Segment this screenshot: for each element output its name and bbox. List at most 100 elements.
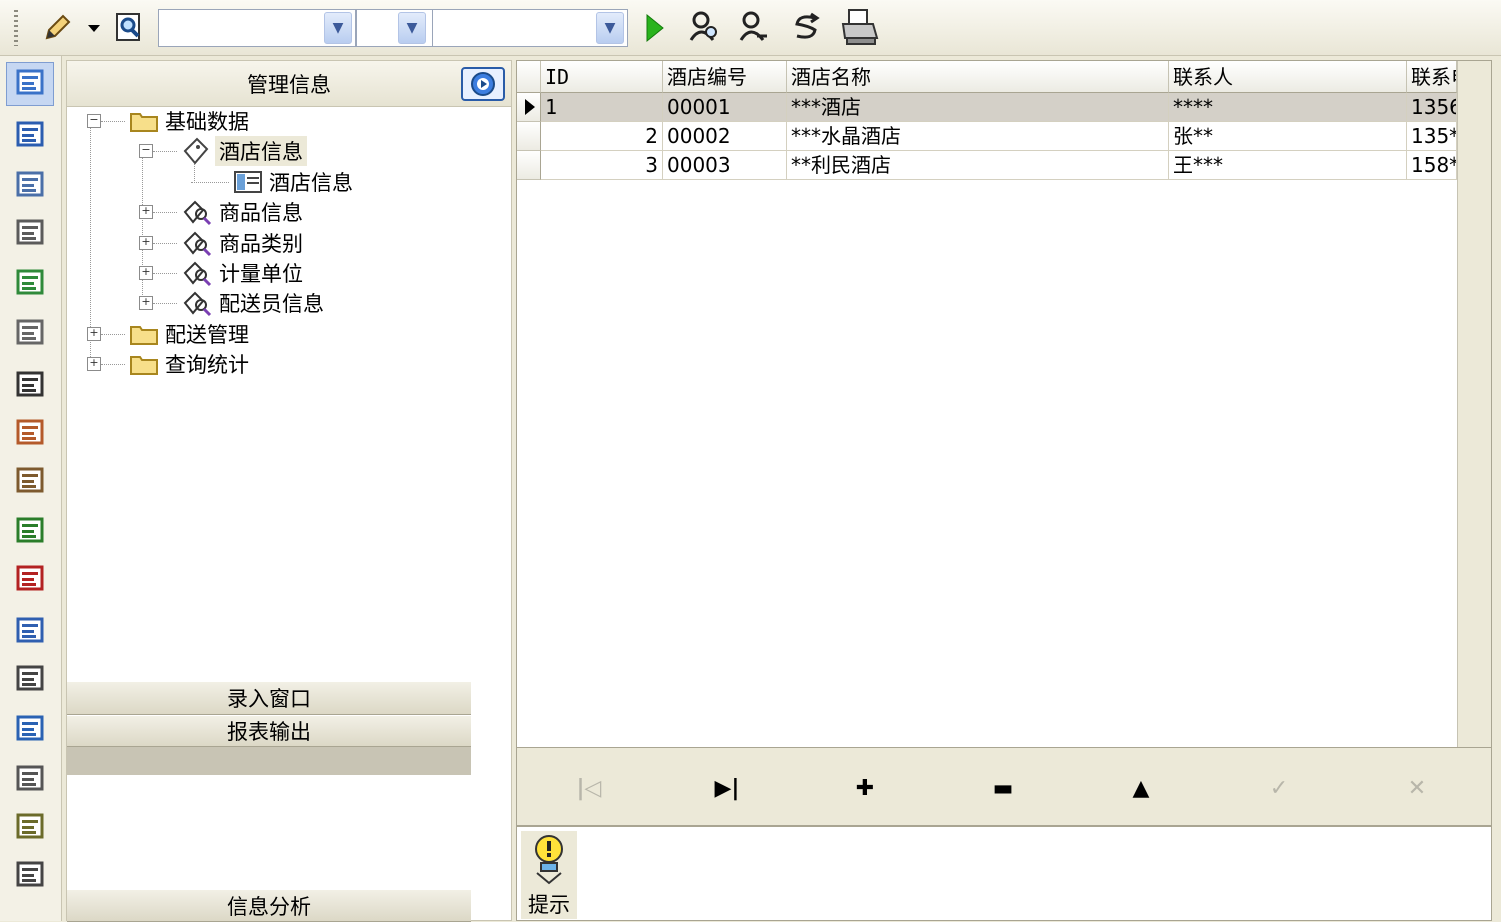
grid-cell-name[interactable]: **利民酒店 (787, 151, 1169, 180)
diamond-table-icon[interactable] (12, 366, 48, 402)
export-icon[interactable] (12, 710, 48, 746)
last-record-icon[interactable]: ▶| (697, 768, 757, 808)
section-entry-window[interactable]: 录入窗口 (67, 681, 471, 715)
edit-record-icon[interactable]: ▲ (1111, 768, 1171, 808)
grid-cell-name[interactable]: ***酒店 (787, 93, 1169, 122)
expand-icon[interactable]: + (139, 236, 153, 250)
grid-cell-phone[interactable]: 1356354 (1407, 93, 1457, 122)
collapse-icon[interactable]: − (87, 114, 101, 128)
refresh-icon[interactable] (786, 8, 826, 46)
data-grid-panel: ID酒店编号酒店名称联系人联系电话 100001***酒店****1356354 2… (516, 60, 1492, 826)
grid-cell-contact[interactable]: **** (1169, 93, 1407, 122)
hint-button[interactable]: 提示 (521, 831, 577, 919)
expand-icon[interactable]: + (87, 357, 101, 371)
tree-node[interactable]: 酒店信息 (191, 168, 355, 196)
run-query-icon[interactable] (640, 10, 670, 46)
grid-cell-code[interactable]: 00003 (663, 151, 787, 180)
tree-node-label: 配送员信息 (219, 292, 324, 316)
column-header[interactable]: ID (541, 61, 663, 93)
first-record-icon[interactable]: |◁ (559, 768, 619, 808)
filter-value-dropdown[interactable]: ▼ (596, 12, 624, 44)
list-icon[interactable] (12, 856, 48, 892)
tree-node-label: 商品类别 (219, 232, 303, 256)
window-icon[interactable] (12, 64, 48, 100)
data-grid[interactable]: ID酒店编号酒店名称联系人联系电话 100001***酒店****1356354 2… (517, 61, 1491, 747)
row-pointer-icon (525, 99, 535, 115)
search-doc-icon[interactable] (110, 8, 148, 46)
operator-dropdown[interactable]: ▼ (398, 12, 426, 44)
grid-icon[interactable] (12, 414, 48, 450)
users-icon[interactable] (12, 512, 48, 548)
cancel-record-icon[interactable]: ✕ (1387, 768, 1447, 808)
grid-cell-phone[interactable]: 158**** (1407, 151, 1457, 180)
delete-record-icon[interactable]: ▬ (973, 768, 1033, 808)
tree-node-label: 基础数据 (165, 110, 249, 134)
row-selector[interactable] (517, 122, 541, 151)
tree-node[interactable]: + 计量单位 (139, 259, 305, 287)
column-header[interactable]: 酒店名称 (787, 61, 1169, 93)
tree-node[interactable]: + 配送员信息 (139, 289, 326, 317)
folder-icon (129, 352, 159, 376)
find-user-icon[interactable] (684, 8, 724, 46)
tree-node[interactable]: − 基础数据 (87, 107, 251, 135)
toolbar-grip[interactable] (14, 10, 18, 46)
section-info-analysis[interactable]: 信息分析 (67, 889, 471, 922)
expand-icon[interactable]: + (139, 266, 153, 280)
grid-cell-contact[interactable]: 张** (1169, 122, 1407, 151)
print-icon[interactable] (836, 6, 882, 48)
find-person-icon[interactable] (734, 8, 774, 46)
link-icon[interactable] (12, 560, 48, 596)
tools-icon[interactable] (12, 808, 48, 844)
post-record-icon[interactable]: ✓ (1249, 768, 1309, 808)
tree-node[interactable]: + 商品信息 (139, 198, 305, 226)
grid-cell-contact[interactable]: 王*** (1169, 151, 1407, 180)
doc-settings-icon[interactable] (12, 660, 48, 696)
row-selector[interactable] (517, 151, 541, 180)
column-header[interactable]: 联系电话 (1407, 61, 1457, 93)
org-chart-icon[interactable] (12, 116, 48, 152)
nav-collapse-button[interactable] (461, 67, 505, 101)
grid-cell-phone[interactable]: 135**** (1407, 122, 1457, 151)
expand-icon[interactable]: + (87, 327, 101, 341)
filter-field-dropdown[interactable]: ▼ (324, 12, 352, 44)
form-icon[interactable] (12, 166, 48, 202)
grid-vertical-scrollbar[interactable] (1457, 61, 1491, 747)
tree-node[interactable]: + 查询统计 (87, 350, 251, 378)
tree-node-label: 酒店信息 (215, 136, 307, 166)
edit-pencil-icon[interactable] (38, 10, 76, 46)
grid-cell-id[interactable]: 2 (541, 122, 663, 151)
document-icon[interactable] (12, 214, 48, 250)
grid-cell-name[interactable]: ***水晶酒店 (787, 122, 1169, 151)
grid-cell-id[interactable]: 1 (541, 93, 663, 122)
dropdown-arrow-icon[interactable] (84, 18, 104, 38)
grid-cell-code[interactable]: 00001 (663, 93, 787, 122)
collapse-icon[interactable]: − (139, 144, 153, 158)
grid-header-corner (517, 61, 541, 93)
column-header[interactable]: 酒店编号 (663, 61, 787, 93)
tree-node[interactable]: + 配送管理 (87, 320, 251, 348)
mail-grid-icon[interactable] (12, 314, 48, 350)
edit-form-icon[interactable] (12, 462, 48, 498)
grid-cell-id[interactable]: 3 (541, 151, 663, 180)
tree-node-label: 酒店信息 (269, 171, 353, 195)
section-report-output[interactable]: 报表输出 (67, 715, 471, 747)
tree-node-label: 配送管理 (165, 323, 249, 347)
current-row-indicator[interactable] (517, 93, 541, 122)
grid-cell-code[interactable]: 00002 (663, 122, 787, 151)
chart-icon[interactable] (12, 264, 48, 300)
navigation-panel: 管理信息 − 基础数据 − 酒店信息 酒店信息 + 商品信息 + 商品类别 + 计量单位 + 配送员信息… (66, 60, 512, 922)
nav-panel-header: 管理信息 (67, 61, 511, 107)
chevron-down-icon: ▼ (332, 20, 344, 36)
report-icon[interactable] (12, 612, 48, 648)
section-analysis-label: 信息分析 (227, 894, 311, 919)
calculator-icon[interactable] (12, 760, 48, 796)
column-header[interactable]: 联系人 (1169, 61, 1407, 93)
add-record-icon[interactable]: ✚ (835, 768, 895, 808)
folder-icon (129, 322, 159, 346)
expand-icon[interactable]: + (139, 296, 153, 310)
tree-node[interactable]: − 酒店信息 (139, 136, 307, 166)
tree-node[interactable]: + 商品类别 (139, 229, 305, 257)
section-entry-label: 录入窗口 (227, 687, 311, 711)
folder-icon (129, 109, 159, 133)
expand-icon[interactable]: + (139, 205, 153, 219)
